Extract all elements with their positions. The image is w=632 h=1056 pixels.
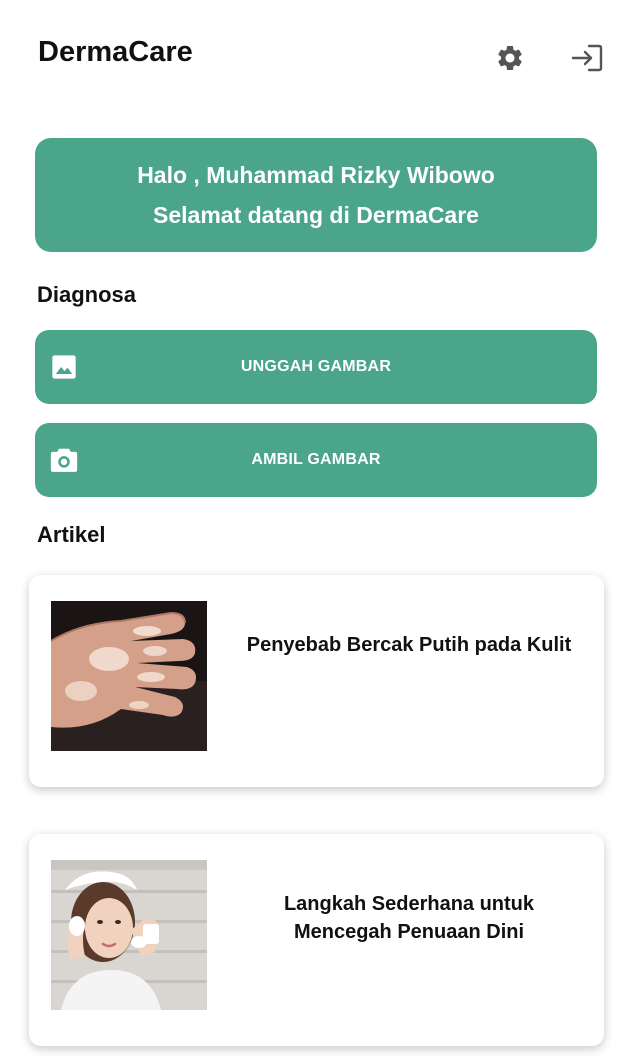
article-card[interactable]: Langkah Sederhana untuk Mencegah Penuaan… [29, 834, 604, 1046]
top-bar: DermaCare [0, 0, 632, 100]
camera-icon [49, 445, 79, 475]
app-title: DermaCare [38, 36, 193, 68]
upload-image-label: UNGGAH GAMBAR [240, 358, 392, 375]
logout-button[interactable] [567, 40, 607, 80]
image-icon [49, 352, 79, 382]
take-photo-label: AMBIL GAMBAR [251, 451, 381, 468]
upload-image-button[interactable]: UNGGAH GAMBAR [35, 330, 597, 404]
hand-skin-patches-image [51, 601, 207, 751]
welcome-greeting: Halo , Muhammad Rizky Wibowo [137, 162, 495, 188]
home-screen: DermaCare Halo , Muhammad Rizky Wibowo S… [0, 0, 632, 1056]
welcome-banner: Halo , Muhammad Rizky Wibowo Selamat dat… [35, 138, 597, 252]
welcome-subtitle: Selamat datang di DermaCare [153, 202, 479, 228]
logout-icon [569, 42, 605, 79]
woman-face-washing-image [51, 860, 207, 1010]
article-title: Penyebab Bercak Putih pada Kulit [246, 634, 572, 656]
take-photo-button[interactable]: AMBIL GAMBAR [35, 423, 597, 497]
gear-icon [495, 43, 525, 78]
artikel-section-title: Artikel [37, 522, 106, 547]
article-card[interactable]: Penyebab Bercak Putih pada Kulit [29, 575, 604, 787]
settings-button[interactable] [490, 40, 530, 80]
article-title: Langkah Sederhana untuk Mencegah Penuaan… [283, 893, 535, 943]
diagnosa-section-title: Diagnosa [37, 282, 137, 307]
